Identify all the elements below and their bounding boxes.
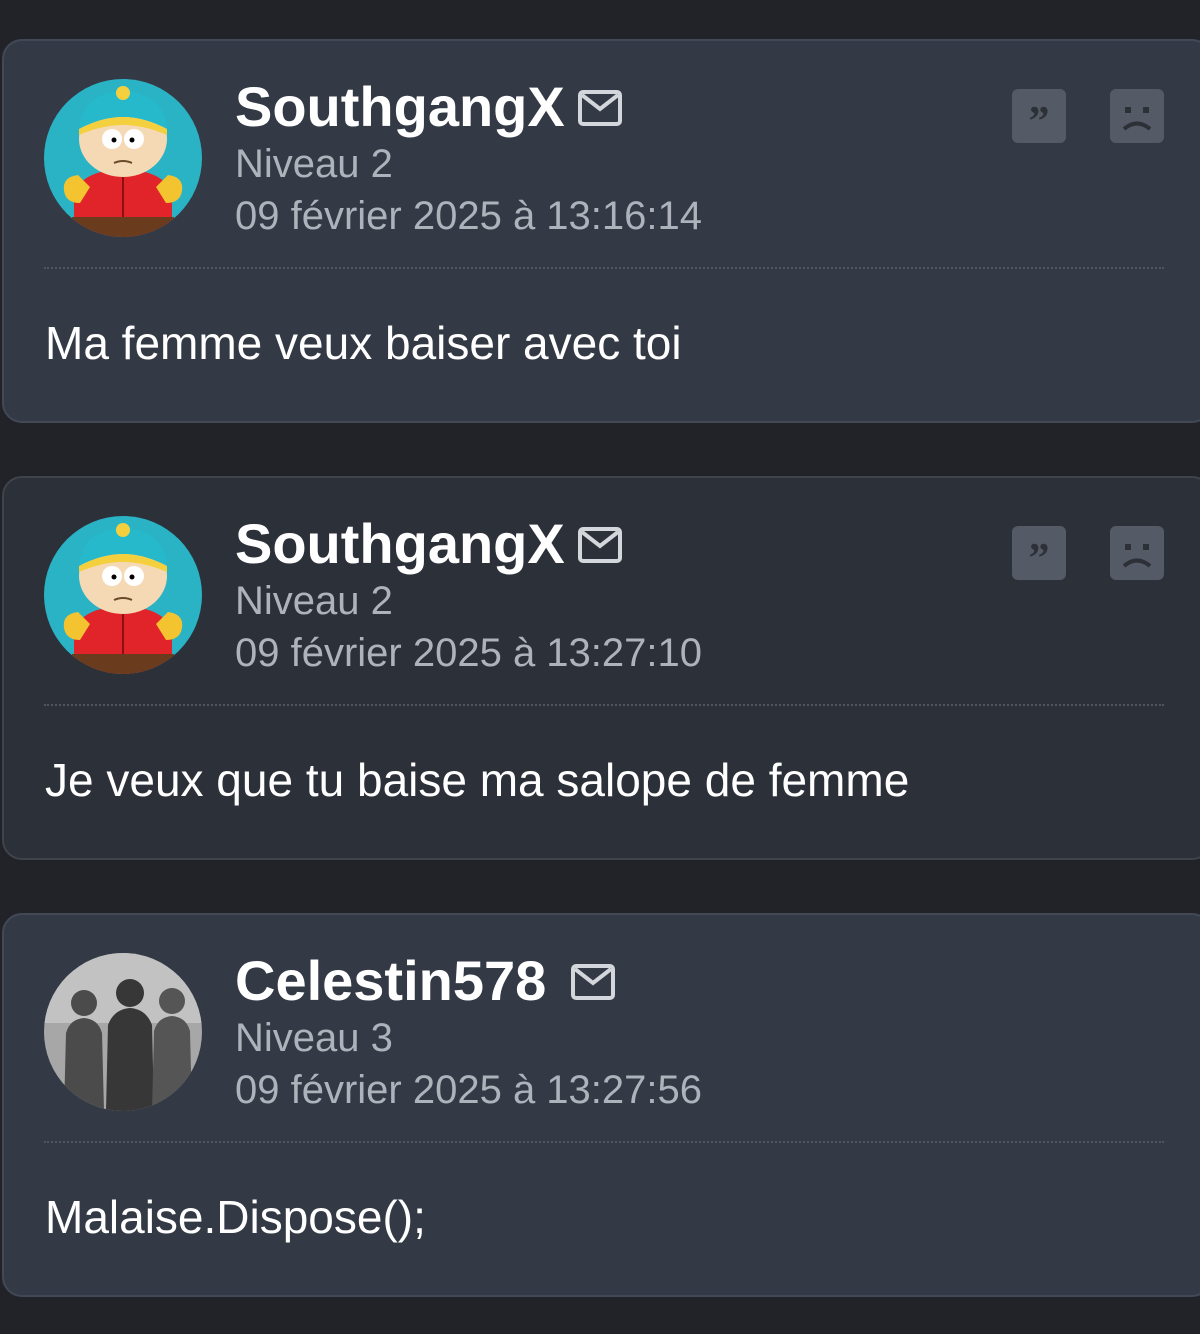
- post-card: SouthgangX Niveau 2 09 février 2025 à 13…: [2, 39, 1200, 423]
- cartman-avatar-icon: [44, 79, 202, 237]
- post-date: 09 février 2025 à 13:16:14: [235, 194, 703, 238]
- sad-face-icon: [1110, 526, 1164, 580]
- user-level: Niveau 3: [235, 1016, 393, 1060]
- quote-button[interactable]: [1012, 89, 1066, 143]
- report-button[interactable]: [1110, 526, 1164, 580]
- post-message: Ma femme veux baiser avec toi: [45, 317, 682, 369]
- mail-icon[interactable]: [570, 963, 616, 1001]
- divider: [44, 267, 1164, 269]
- avatar[interactable]: [44, 516, 202, 674]
- post-message: Je veux que tu baise ma salope de femme: [45, 754, 910, 806]
- message-feed: SouthgangX Niveau 2 09 février 2025 à 13…: [0, 0, 1200, 1334]
- avatar[interactable]: [44, 953, 202, 1111]
- username[interactable]: Celestin578: [235, 949, 546, 1013]
- post-date: 09 février 2025 à 13:27:10: [235, 631, 703, 675]
- silhouettes-avatar-icon: [44, 953, 202, 1111]
- username[interactable]: SouthgangX: [235, 512, 565, 576]
- post-date: 09 février 2025 à 13:27:56: [235, 1068, 703, 1112]
- divider: [44, 1141, 1164, 1143]
- mail-icon[interactable]: [577, 89, 623, 127]
- user-level: Niveau 2: [235, 579, 393, 623]
- quote-icon: [1012, 526, 1066, 580]
- post-card: SouthgangX Niveau 2 09 février 2025 à 13…: [2, 476, 1200, 860]
- post-message: Malaise.Dispose();: [45, 1191, 426, 1243]
- mail-icon[interactable]: [577, 526, 623, 564]
- sad-face-icon: [1110, 89, 1164, 143]
- username[interactable]: SouthgangX: [235, 75, 565, 139]
- quote-icon: [1012, 89, 1066, 143]
- quote-button[interactable]: [1012, 526, 1066, 580]
- post-card: Celestin578 Niveau 3 09 février 2025 à 1…: [2, 913, 1200, 1297]
- divider: [44, 704, 1164, 706]
- cartman-avatar-icon: [44, 516, 202, 674]
- report-button[interactable]: [1110, 89, 1164, 143]
- avatar[interactable]: [44, 79, 202, 237]
- user-level: Niveau 2: [235, 142, 393, 186]
